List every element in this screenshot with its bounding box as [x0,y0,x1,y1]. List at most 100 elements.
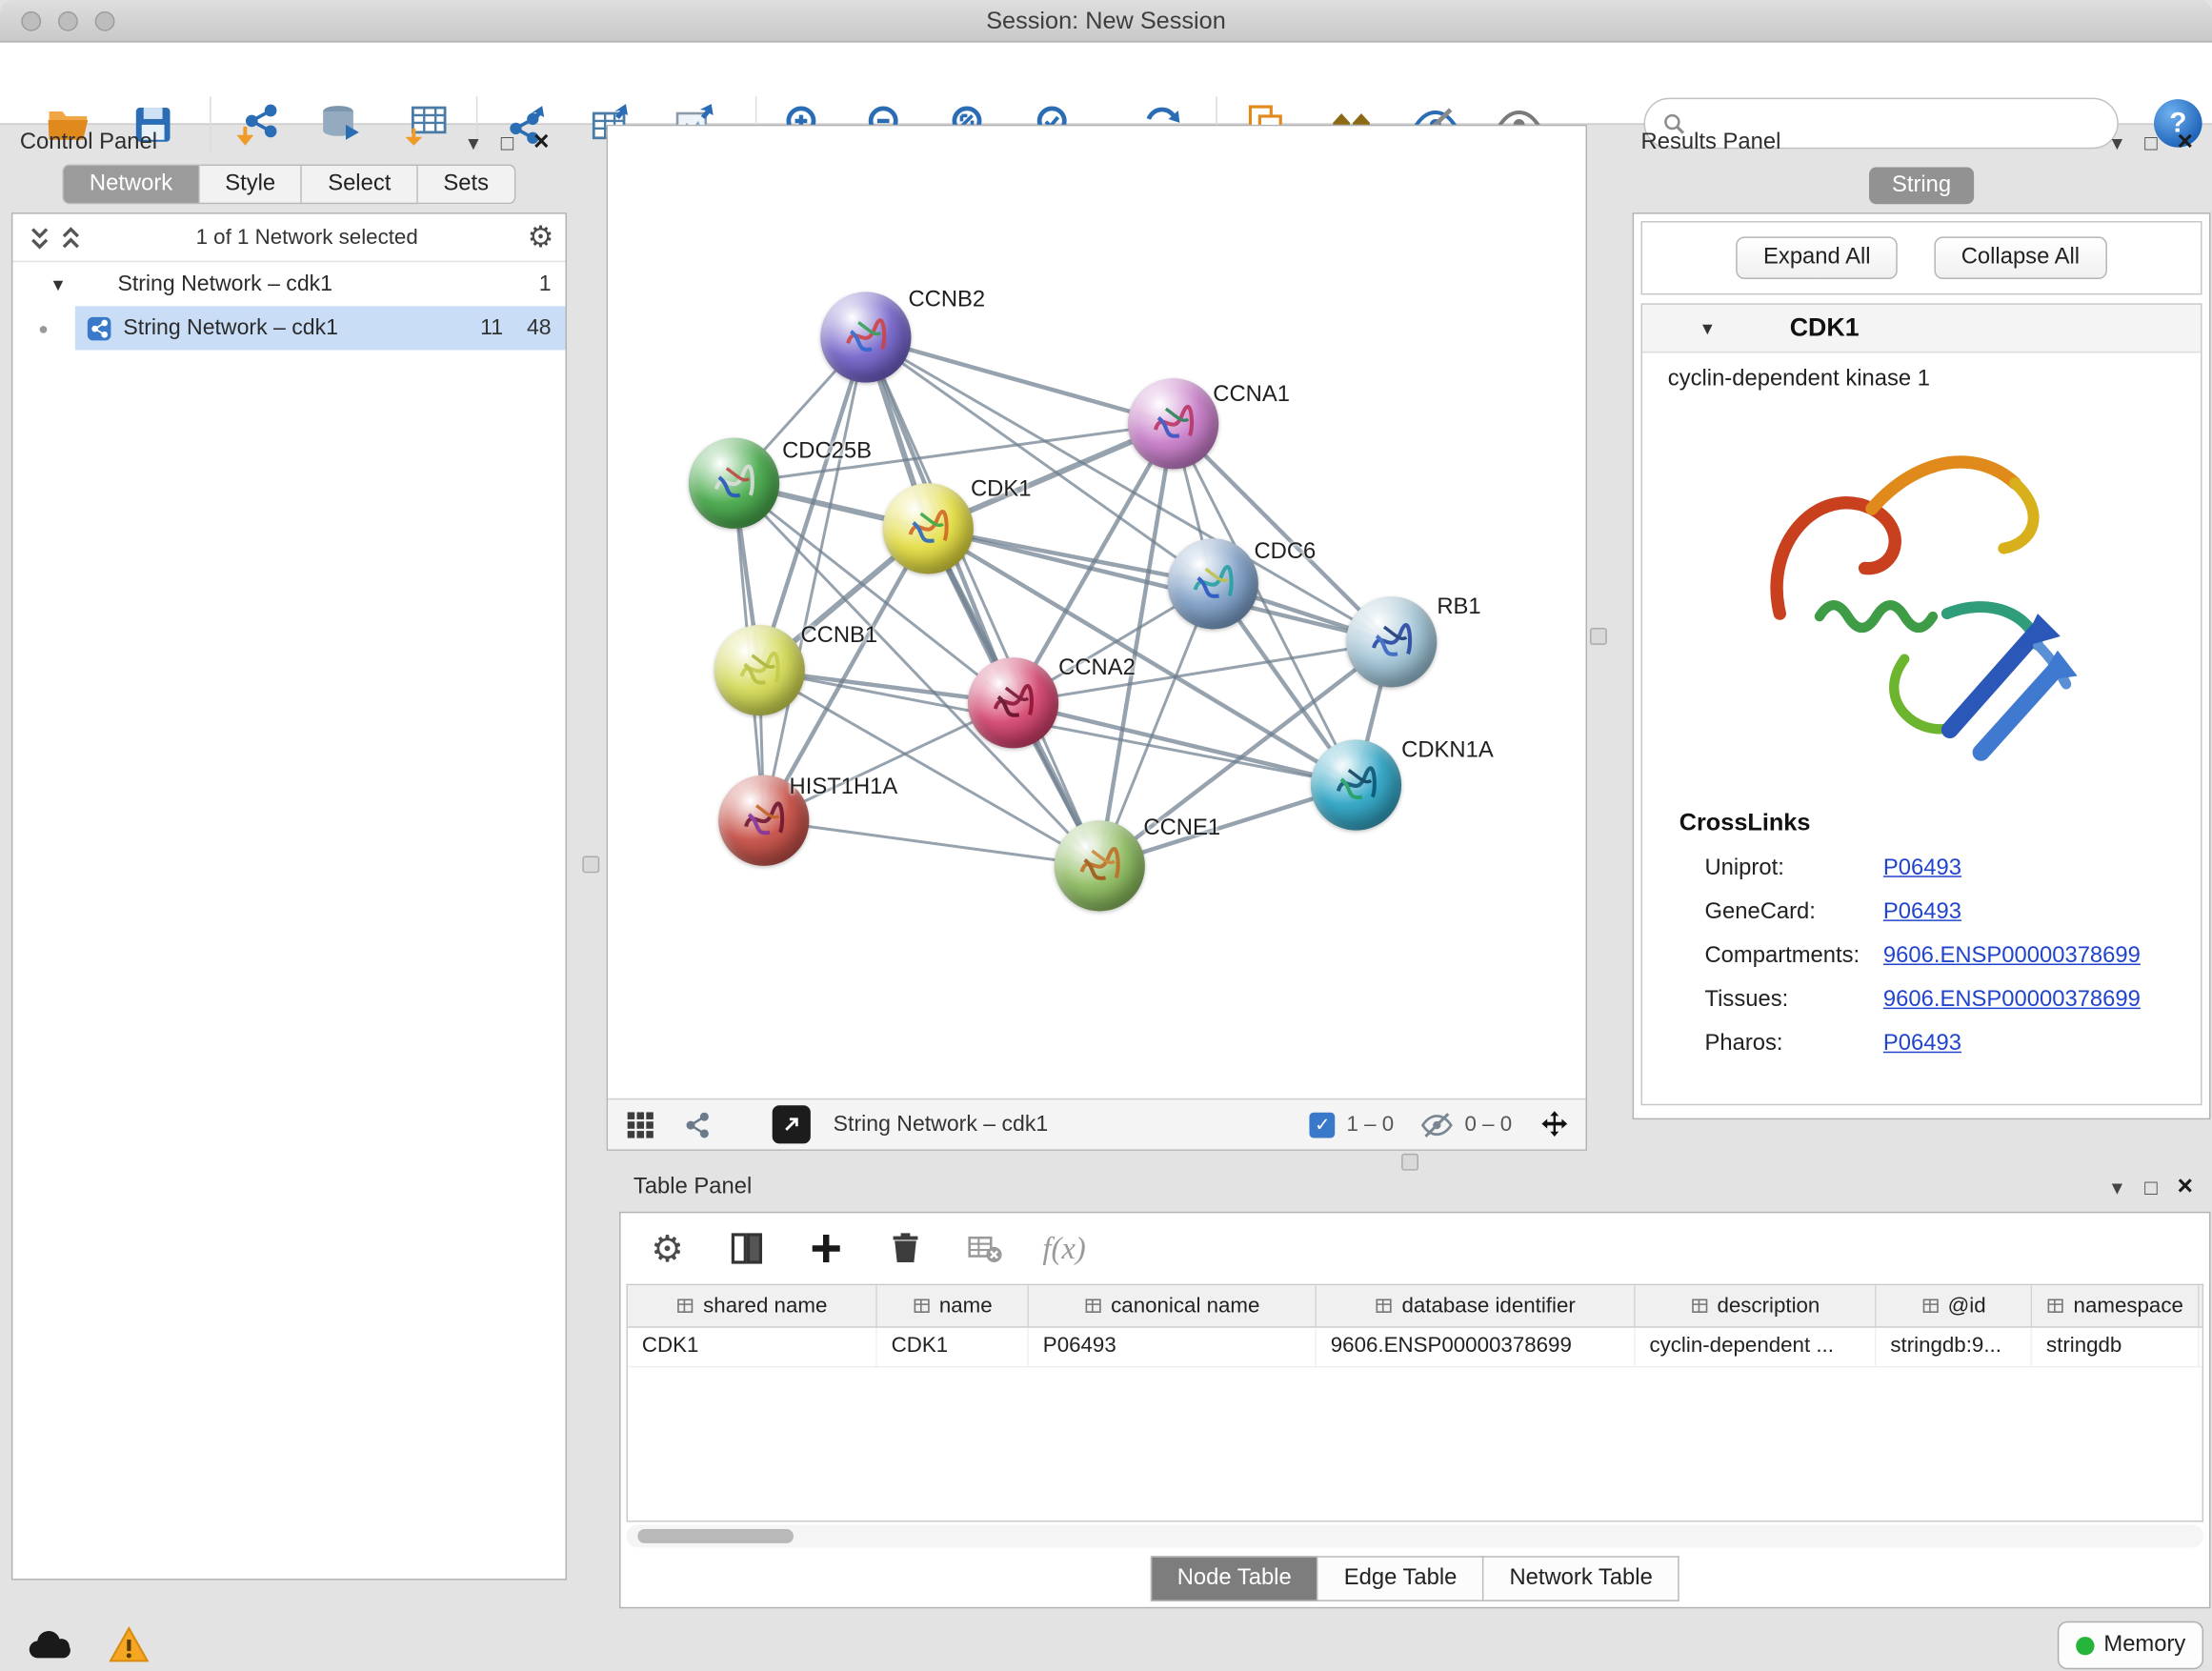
float-panel-icon[interactable]: □ [2134,1176,2168,1199]
network-node-cdc6[interactable] [1168,538,1258,629]
collapse-panel-icon[interactable]: ▾ [456,131,491,156]
column-icon [1084,1297,1102,1315]
network-view-toolbar: String Network – cdk1 ✓ 1 – 0 0 – 0 [608,1098,1585,1150]
column-header[interactable]: shared name [628,1285,877,1326]
expand-all-networks-icon[interactable] [55,223,87,252]
tab-select[interactable]: Select [302,165,417,205]
float-panel-icon[interactable]: □ [491,131,525,155]
crosslink-value-link[interactable]: 9606.ENSP00000378699 [1883,987,2141,1013]
column-header[interactable]: name [877,1285,1029,1326]
open-in-new-window-button[interactable] [773,1105,811,1143]
share-network-icon[interactable] [679,1106,716,1143]
network-edge[interactable] [764,337,866,820]
network-collection-row[interactable]: ▼ String Network – cdk1 1 [12,262,565,306]
column-header[interactable]: database identifier [1317,1285,1636,1326]
tab-sets[interactable]: Sets [418,165,516,205]
network-node-ccna2[interactable] [968,657,1058,748]
left-splitter-handle[interactable] [582,856,599,873]
tab-node-table[interactable]: Node Table [1150,1556,1318,1601]
crosslink-value-link[interactable]: P06493 [1883,856,1961,881]
table-cell[interactable]: P06493 [1029,1328,1317,1366]
collapse-all-networks-icon[interactable] [24,223,55,252]
cloud-status-icon[interactable] [26,1621,74,1670]
column-header[interactable]: description [1636,1285,1877,1326]
collapse-panel-icon[interactable]: ▾ [2100,1175,2134,1200]
show-columns-button[interactable] [726,1227,769,1270]
bottom-splitter-handle[interactable] [1401,1154,1418,1171]
node-label: CCNA2 [1058,656,1136,682]
column-header[interactable]: @id [1876,1285,2032,1326]
network-node-cdc25b[interactable] [689,438,779,529]
collapse-panel-icon[interactable]: ▾ [2100,131,2134,156]
delete-table-button[interactable] [964,1227,1007,1270]
memory-button[interactable]: Memory [2058,1621,2203,1670]
column-header[interactable]: namespace [2032,1285,2200,1326]
tab-network-table[interactable]: Network Table [1484,1556,1679,1601]
window-titlebar: Session: New Session [0,0,2212,43]
node-label: CDC6 [1254,540,1316,566]
node-label: CCNB1 [800,624,877,650]
crosslink-value-link[interactable]: P06493 [1883,1031,1961,1057]
tab-style[interactable]: Style [199,165,302,205]
network-node-ccnb2[interactable] [820,292,911,382]
close-panel-icon[interactable]: × [2168,1172,2202,1203]
network-options-gear-icon[interactable]: ⚙ [528,223,554,252]
right-splitter-handle[interactable] [1590,628,1607,645]
tab-network[interactable]: Network [63,165,200,205]
table-cell[interactable]: 9606.ENSP00000378699 [1317,1328,1636,1366]
column-icon [913,1297,931,1315]
table-horizontal-scrollbar[interactable] [626,1525,2203,1548]
close-panel-icon[interactable]: × [2168,128,2202,159]
tab-edge-table[interactable]: Edge Table [1318,1556,1484,1601]
table-empty-area [626,1367,2203,1521]
crosslink-value-link[interactable]: 9606.ENSP00000378699 [1883,943,2141,969]
node-label: CDK1 [971,477,1031,503]
table-cell[interactable]: CDK1 [877,1328,1029,1366]
network-view-panel: CCNB2CCNA1CDC25BCDK1CDC6RB1CCNB1CCNA2CDK… [607,125,1587,1151]
node-label: CCNE1 [1143,816,1220,842]
collapse-all-button[interactable]: Collapse All [1934,236,2106,279]
tab-string[interactable]: String [1869,168,1974,205]
network-row-selected[interactable]: ● String Network – cdk1 11 48 [12,306,565,350]
scrollbar-thumb[interactable] [637,1529,794,1543]
network-node-ccna1[interactable] [1128,378,1218,469]
add-column-button[interactable] [805,1227,848,1270]
grid-view-icon[interactable] [622,1106,659,1143]
network-canvas[interactable]: CCNB2CCNA1CDC25BCDK1CDC6RB1CCNB1CCNA2CDK… [608,126,1585,1097]
pan-move-icon[interactable] [1538,1107,1572,1141]
crosslink-label: GeneCard: [1704,899,1882,925]
network-node-rb1[interactable] [1346,596,1437,687]
table-cell[interactable]: stringdb [2032,1328,2200,1366]
network-node-cdkn1a[interactable] [1311,739,1401,830]
function-builder-button[interactable]: f(x) [1043,1227,1086,1270]
collection-expand-triangle-icon[interactable]: ▼ [50,274,78,294]
crosslink-label: Compartments: [1704,943,1882,969]
selected-checkbox[interactable]: ✓ [1310,1112,1336,1137]
crosslink-value-link[interactable]: P06493 [1883,899,1961,925]
table-cell[interactable]: stringdb:9... [1876,1328,2032,1366]
table-cell[interactable]: cyclin-dependent ... [1636,1328,1877,1366]
gene-expand-triangle-icon[interactable]: ▼ [1699,318,1728,338]
network-edge[interactable] [866,337,1099,866]
column-icon [1690,1297,1708,1315]
table-options-gear-icon[interactable]: ⚙ [646,1227,689,1270]
column-header-label: shared name [703,1294,827,1318]
column-header-label: database identifier [1401,1294,1575,1318]
table-row[interactable]: CDK1CDK1P064939606.ENSP00000378699cyclin… [628,1328,2202,1368]
hidden-eye-slash-icon[interactable] [1419,1107,1454,1141]
network-edge[interactable] [764,820,1100,866]
column-header[interactable]: canonical name [1029,1285,1317,1326]
gene-section-header[interactable]: ▼ CDK1 [1642,305,2201,353]
delete-column-button[interactable] [884,1227,927,1270]
expand-all-button[interactable]: Expand All [1737,236,1898,279]
network-node-ccnb1[interactable] [714,625,805,715]
network-node-cdk1[interactable] [883,483,974,574]
float-panel-icon[interactable]: □ [2134,131,2168,155]
close-panel-icon[interactable]: × [524,128,558,159]
network-edge[interactable] [866,337,1174,424]
warning-icon[interactable] [105,1621,153,1670]
table-panel: Table Panel ▾ □ × ⚙ f(x) shared namename [619,1169,2210,1608]
network-node-ccne1[interactable] [1055,820,1145,911]
column-icon [1375,1297,1393,1315]
table-cell[interactable]: CDK1 [628,1328,877,1366]
